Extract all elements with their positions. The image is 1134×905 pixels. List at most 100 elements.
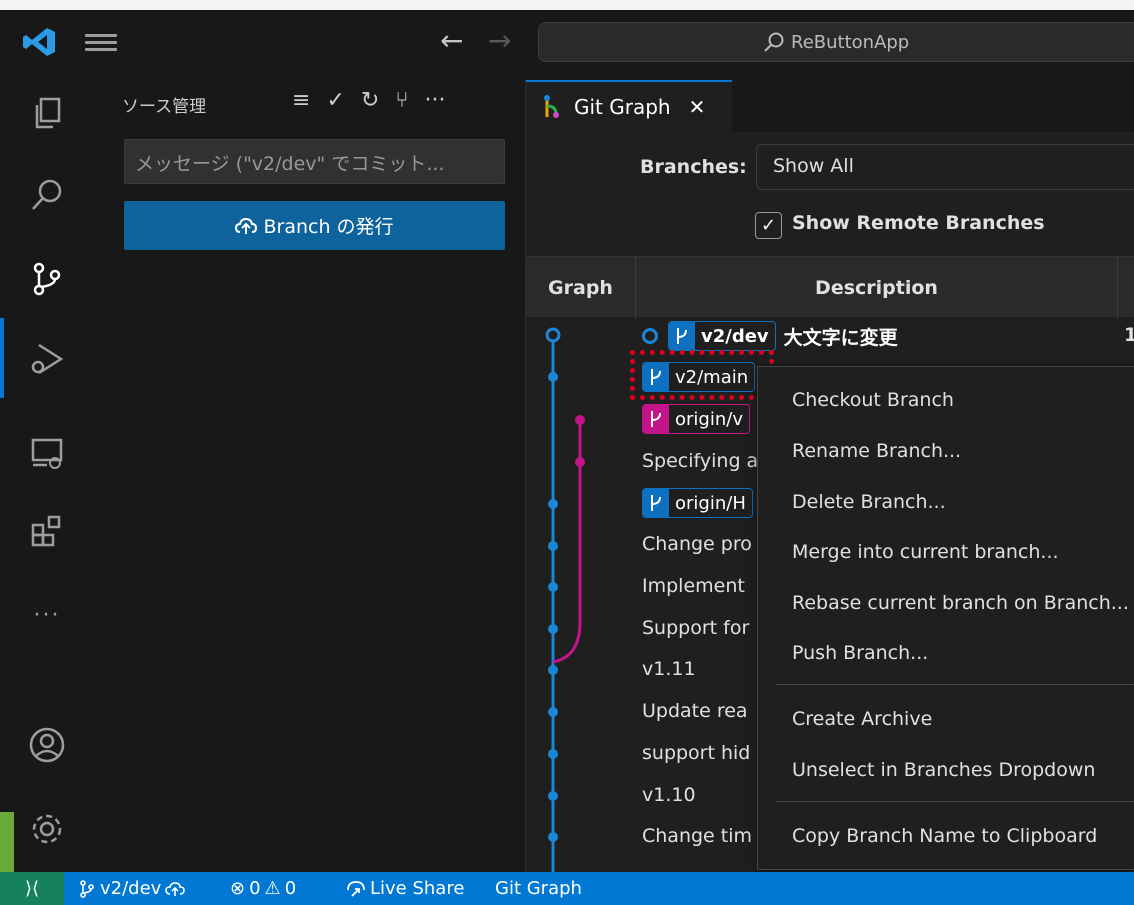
branch-icon — [643, 489, 669, 517]
commit-node-head — [545, 327, 561, 343]
sidebar-title: ソース管理 — [122, 97, 207, 117]
explorer-icon[interactable] — [24, 90, 70, 136]
show-remote-checkbox[interactable]: ✓ — [755, 212, 782, 239]
head-indicator-icon — [642, 328, 658, 344]
commit-message: v1.10 — [642, 784, 696, 806]
commit-message: Change pro — [642, 533, 752, 555]
commit-row[interactable]: v1.10 — [642, 775, 696, 815]
tab-label: Git Graph — [574, 95, 671, 119]
command-center-search[interactable]: ReButtonApp — [538, 22, 1134, 62]
git-graph-status[interactable]: Git Graph — [495, 878, 582, 899]
commit-node — [548, 582, 558, 592]
workspace-name: ReButtonApp — [791, 31, 910, 53]
problems-status[interactable]: ⊗ 0 ⚠ 0 — [230, 878, 296, 899]
menu-item-unselect-dropdown[interactable]: Unselect in Branches Dropdown — [792, 759, 1095, 781]
commit-row[interactable]: Specifying a — [642, 441, 758, 481]
commit-row[interactable]: Change tim — [642, 816, 752, 856]
highlight-box-branch — [630, 350, 774, 400]
commit-row[interactable]: Implement — [642, 566, 745, 606]
more-actions-icon[interactable]: ··· — [425, 88, 446, 113]
commit-row[interactable]: Change pro — [642, 524, 752, 564]
source-control-sidebar: ソース管理 ≡ ✓ ↻ ⑂ ··· メッセージ ("v2/dev" でコミット.… — [92, 80, 526, 872]
accounts-icon[interactable] — [24, 722, 70, 768]
commit-graph — [545, 327, 585, 872]
tab-git-graph[interactable]: Git Graph ✕ — [526, 80, 732, 132]
search-icon — [764, 32, 784, 52]
close-icon[interactable]: ✕ — [689, 95, 706, 119]
tab-bar: Git Graph ✕ — [526, 80, 1134, 132]
warning-count: 0 — [284, 878, 297, 899]
branches-dropdown[interactable]: Show All — [756, 144, 1134, 190]
commit-row[interactable]: v1.11 — [642, 649, 696, 689]
commit-message: Update rea — [642, 700, 748, 722]
window-top-strip — [0, 0, 1134, 10]
commit-node — [548, 541, 558, 551]
branch-icon — [80, 879, 94, 898]
column-description[interactable]: Description — [636, 257, 1118, 318]
menu-item-push-branch[interactable]: Push Branch... — [792, 642, 928, 664]
menu-item-rename-branch[interactable]: Rename Branch... — [792, 440, 961, 462]
back-arrow-icon[interactable]: ← — [440, 24, 463, 57]
git-graph-icon[interactable]: ⑂ — [395, 88, 408, 113]
refresh-icon[interactable]: ↻ — [361, 88, 379, 113]
live-share-status[interactable]: Live Share — [346, 878, 464, 899]
branches-label: Branches: — [640, 156, 747, 178]
menu-item-delete-branch[interactable]: Delete Branch... — [792, 491, 946, 513]
branch-icon — [669, 322, 695, 350]
forward-arrow-icon[interactable]: → — [488, 24, 511, 57]
branch-ref-name: origin/H — [675, 492, 746, 514]
remote-explorer-icon[interactable] — [24, 430, 70, 476]
menu-item-create-archive[interactable]: Create Archive — [792, 708, 932, 730]
commit-message: Change tim — [642, 825, 753, 847]
branch-name: v2/dev — [100, 878, 162, 899]
commit-row[interactable]: Update rea — [642, 691, 748, 731]
run-debug-icon[interactable] — [24, 336, 70, 382]
activity-bar: ··· — [0, 80, 92, 872]
commit-message-input[interactable]: メッセージ ("v2/dev" でコミット... — [124, 139, 505, 184]
commit-message: v1.11 — [642, 658, 696, 680]
commit-check-icon[interactable]: ✓ — [326, 88, 344, 113]
show-remote-label[interactable]: Show Remote Branches — [792, 212, 1045, 234]
commit-node — [575, 415, 585, 425]
branch-ref[interactable]: origin/H — [642, 488, 753, 518]
branch-context-menu: Checkout Branch Rename Branch... Delete … — [757, 366, 1134, 870]
branch-status[interactable]: v2/dev — [78, 878, 186, 899]
menu-item-copy-branch-name[interactable]: Copy Branch Name to Clipboard — [792, 825, 1097, 847]
status-bar: ⟩⟨ v2/dev ⊗ 0 ⚠ 0 Live Share Git Graph — [0, 872, 1134, 905]
publish-branch-label: Branch の発行 — [263, 216, 394, 238]
sidebar-actions: ≡ ✓ ↻ ⑂ ··· — [292, 88, 446, 113]
commit-node — [548, 749, 558, 759]
menu-item-checkout-branch[interactable]: Checkout Branch — [792, 389, 954, 411]
branch-ref[interactable]: origin/v — [642, 404, 750, 434]
branch-ref[interactable]: v2/dev — [668, 321, 776, 351]
search-icon[interactable] — [24, 172, 70, 218]
source-control-icon[interactable] — [24, 256, 70, 302]
active-indicator — [0, 318, 4, 398]
manage-gear-icon[interactable] — [24, 806, 70, 852]
extensions-icon[interactable] — [24, 508, 70, 554]
error-count: 0 — [249, 878, 261, 899]
menu-separator — [776, 684, 1134, 685]
menu-separator — [776, 801, 1134, 802]
commit-row[interactable]: origin/H — [642, 483, 753, 523]
commit-message: 大文字に変更 — [783, 326, 898, 349]
remote-indicator-icon[interactable]: ⟩⟨ — [0, 872, 64, 905]
commit-node — [548, 832, 558, 842]
commit-row[interactable]: Support for — [642, 608, 749, 648]
view-as-list-icon[interactable]: ≡ — [292, 88, 310, 113]
commit-node — [548, 791, 558, 801]
live-share-label: Live Share — [370, 878, 465, 899]
menu-icon[interactable] — [85, 30, 117, 54]
commit-node — [575, 457, 585, 467]
publish-branch-button[interactable]: Branch の発行 — [124, 201, 505, 250]
commit-row[interactable]: support hid — [642, 733, 750, 773]
menu-item-merge-branch[interactable]: Merge into current branch... — [792, 541, 1059, 563]
warning-icon: ⚠ — [264, 878, 281, 899]
green-edge-decoration — [0, 812, 14, 872]
vscode-logo-icon — [23, 28, 55, 56]
commit-row[interactable]: origin/v — [642, 399, 750, 439]
column-graph[interactable]: Graph — [526, 257, 636, 318]
menu-item-rebase-branch[interactable]: Rebase current branch on Branch... — [792, 592, 1129, 614]
more-icon[interactable]: ··· — [24, 592, 70, 638]
cloud-publish-icon — [165, 881, 186, 896]
